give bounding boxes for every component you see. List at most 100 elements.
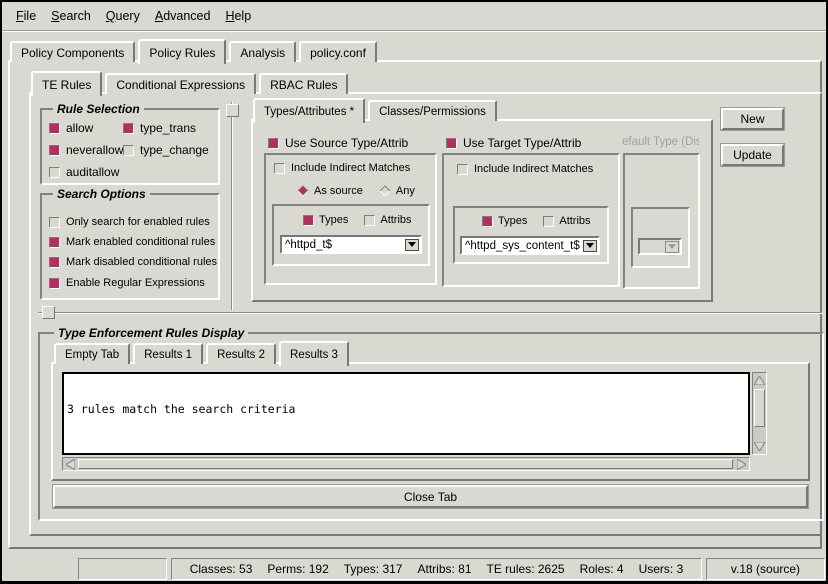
- main-tab-bar: Policy Components Policy Rules Analysis …: [10, 38, 380, 62]
- radio-as-source-label[interactable]: As source: [314, 185, 363, 197]
- default-type-label: efault Type (Disa: [622, 136, 699, 150]
- checkbox-enable-regex-indicator: [49, 278, 60, 289]
- status-stat: Types: 317: [344, 562, 403, 576]
- checkbox-type-change-label: type_change: [140, 143, 209, 157]
- checkbox-use-source-indicator: [268, 138, 279, 149]
- checkbox-use-source-type[interactable]: Use Source Type/Attrib: [268, 136, 408, 150]
- tab-empty-tab[interactable]: Empty Tab: [54, 343, 130, 364]
- sub-tab-bar: TE Rules Conditional Expressions RBAC Ru…: [31, 70, 351, 94]
- tab-classes-permissions[interactable]: Classes/Permissions: [368, 100, 497, 121]
- checkbox-only-enabled-label: Only search for enabled rules: [66, 216, 210, 228]
- update-button[interactable]: Update: [721, 144, 784, 166]
- scroll-right-icon[interactable]: [735, 458, 748, 471]
- radio-as-source-indicator[interactable]: [297, 185, 308, 196]
- ta-tab-bar: Types/Attributes * Classes/Permissions: [253, 99, 500, 121]
- checkbox-target-types-indicator[interactable]: [482, 216, 493, 227]
- horizontal-sash-handle[interactable]: [42, 306, 55, 319]
- checkbox-type-trans-indicator: [123, 123, 134, 134]
- scroll-up-icon[interactable]: [753, 374, 766, 387]
- use-target-label: Use Target Type/Attrib: [463, 136, 581, 150]
- tab-analysis[interactable]: Analysis: [229, 41, 296, 62]
- policy-version-label: v.18 (source): [731, 562, 800, 576]
- new-button[interactable]: New: [721, 108, 784, 130]
- tab-policy-components[interactable]: Policy Components: [10, 41, 135, 62]
- menu-query[interactable]: Query: [104, 7, 142, 25]
- status-stat: Users: 3: [639, 562, 684, 576]
- checkbox-use-target-type[interactable]: Use Target Type/Attrib: [446, 136, 581, 150]
- vscrollbar-thumb[interactable]: [754, 389, 765, 427]
- source-type-combo[interactable]: ^httpd_t$: [280, 235, 422, 254]
- checkbox-allow-label: allow: [66, 121, 93, 135]
- results-blank-line: [67, 444, 745, 456]
- rule-selection-title: Rule Selection: [53, 102, 144, 116]
- source-type-combo-value[interactable]: ^httpd_t$: [285, 239, 405, 251]
- checkbox-type-trans-label: type_trans: [140, 121, 196, 135]
- chevron-down-icon: [408, 242, 416, 247]
- checkbox-source-attribs-indicator[interactable]: [364, 215, 375, 226]
- source-types-label[interactable]: Types: [319, 214, 348, 226]
- checkbox-neverallow-indicator: [49, 145, 60, 156]
- results-hscrollbar[interactable]: [62, 457, 750, 471]
- checkbox-type-change[interactable]: type_change: [123, 143, 209, 157]
- target-types-label[interactable]: Types: [498, 215, 527, 227]
- menu-search-label: Search: [51, 9, 91, 23]
- target-type-combo-value[interactable]: ^httpd_sys_content_t$: [465, 240, 583, 252]
- results-vscrollbar[interactable]: [752, 372, 767, 455]
- chevron-down-icon: [668, 244, 676, 249]
- radio-any-indicator[interactable]: [379, 185, 390, 196]
- checkbox-source-types-indicator[interactable]: [303, 215, 314, 226]
- status-stat: Attribs: 81: [417, 562, 471, 576]
- status-stat: TE rules: 2625: [487, 562, 565, 576]
- menu-file[interactable]: File: [14, 7, 38, 25]
- tab-types-attributes[interactable]: Types/Attributes *: [253, 98, 365, 123]
- target-indirect-label: Include Indirect Matches: [474, 163, 593, 175]
- checkbox-type-trans[interactable]: type_trans: [123, 121, 196, 135]
- source-combo-dropdown-button[interactable]: [405, 239, 419, 251]
- target-attribs-label[interactable]: Attribs: [559, 215, 590, 227]
- checkbox-allow[interactable]: allow: [49, 121, 93, 135]
- vertical-sash-handle[interactable]: [226, 104, 239, 117]
- target-combo-dropdown-button[interactable]: [583, 240, 597, 252]
- tab-conditional-expressions[interactable]: Conditional Expressions: [105, 73, 256, 94]
- menu-bar: File Search Query Advanced Help: [2, 2, 826, 31]
- checkbox-mark-disabled-cond[interactable]: Mark disabled conditional rules: [49, 256, 217, 268]
- horizontal-sash-line: [38, 312, 822, 314]
- tab-rbac-rules[interactable]: RBAC Rules: [259, 73, 348, 94]
- checkbox-target-attribs-indicator[interactable]: [543, 216, 554, 227]
- scroll-left-icon[interactable]: [64, 458, 77, 471]
- checkbox-neverallow[interactable]: neverallow: [49, 143, 123, 157]
- close-tab-button[interactable]: Close Tab: [53, 485, 808, 508]
- vertical-sash-line: [231, 102, 233, 310]
- menu-advanced[interactable]: Advanced: [153, 7, 213, 25]
- target-type-combo[interactable]: ^httpd_sys_content_t$: [460, 236, 600, 255]
- checkbox-mark-enabled-cond[interactable]: Mark enabled conditional rules: [49, 236, 215, 248]
- menu-search[interactable]: Search: [49, 7, 93, 25]
- results-text-area[interactable]: 3 rules match the search criteria (5822)…: [62, 372, 750, 455]
- tab-results-1[interactable]: Results 1: [133, 343, 203, 364]
- checkbox-enable-regex[interactable]: Enable Regular Expressions: [49, 277, 205, 289]
- tab-policy-conf[interactable]: policy.conf: [299, 41, 377, 62]
- menu-query-label: Query: [106, 9, 140, 23]
- checkbox-target-indirect[interactable]: Include Indirect Matches: [457, 163, 593, 175]
- checkbox-auditallow-indicator: [49, 167, 60, 178]
- checkbox-type-change-indicator: [123, 145, 134, 156]
- checkbox-only-enabled-rules[interactable]: Only search for enabled rules: [49, 216, 210, 228]
- results-group-title: Type Enforcement Rules Display: [54, 326, 248, 340]
- tab-policy-rules[interactable]: Policy Rules: [138, 39, 226, 64]
- checkbox-use-target-indicator: [446, 138, 457, 149]
- tab-results-2[interactable]: Results 2: [206, 343, 276, 364]
- checkbox-source-indirect[interactable]: Include Indirect Matches: [274, 162, 410, 174]
- source-attribs-label[interactable]: Attribs: [380, 214, 411, 226]
- tab-te-rules[interactable]: TE Rules: [31, 71, 102, 96]
- checkbox-allow-indicator: [49, 123, 60, 134]
- tab-results-3[interactable]: Results 3: [279, 341, 349, 366]
- checkbox-auditallow-label: auditallow: [66, 165, 119, 179]
- source-indirect-label: Include Indirect Matches: [291, 162, 410, 174]
- hscrollbar-thumb[interactable]: [78, 459, 733, 469]
- menu-help[interactable]: Help: [223, 7, 253, 25]
- checkbox-auditallow[interactable]: auditallow: [49, 165, 119, 179]
- search-options-title: Search Options: [53, 187, 150, 201]
- status-stats: Classes: 53Perms: 192Types: 317Attribs: …: [190, 562, 684, 576]
- radio-any-label[interactable]: Any: [396, 185, 415, 197]
- scroll-down-icon[interactable]: [753, 440, 766, 453]
